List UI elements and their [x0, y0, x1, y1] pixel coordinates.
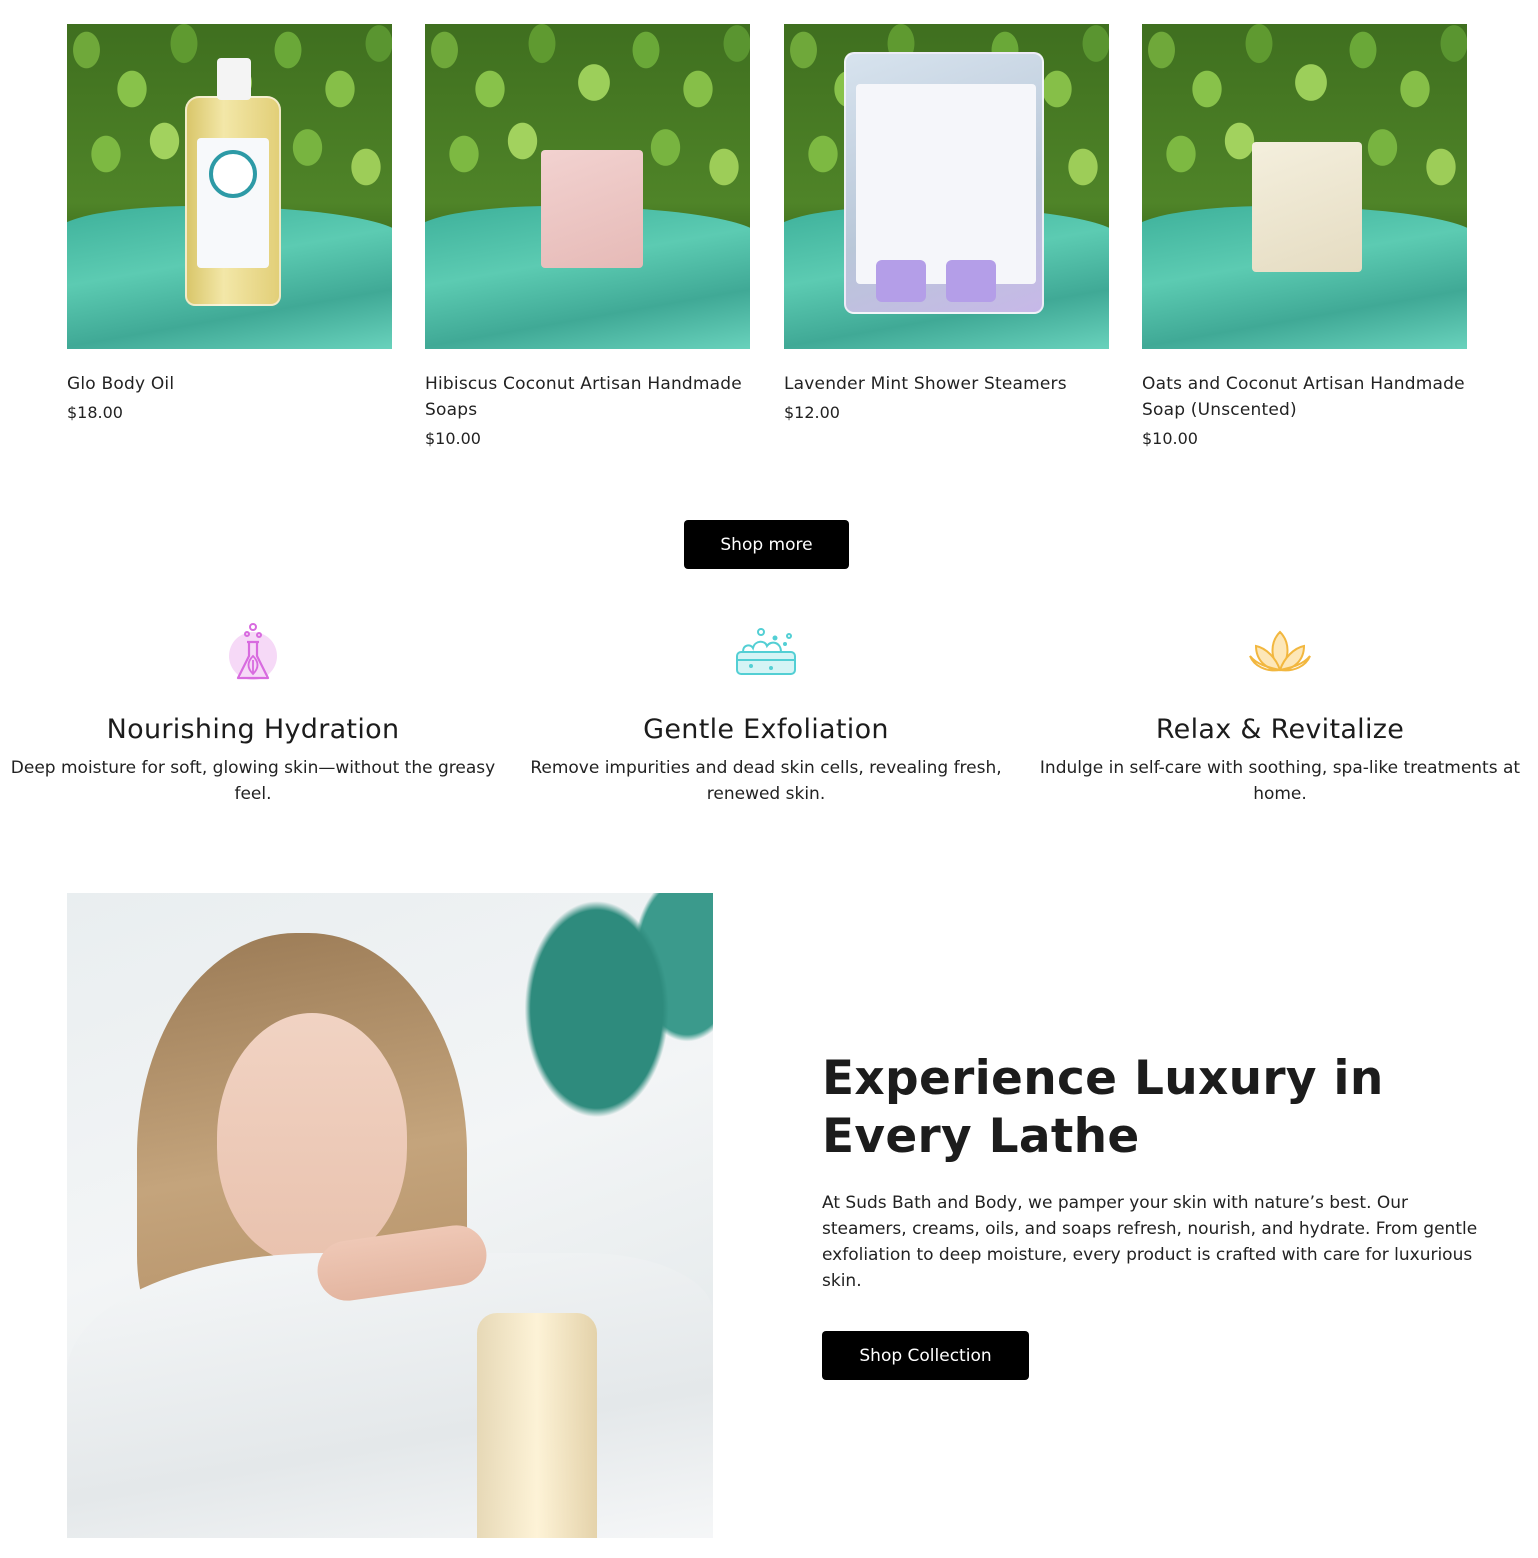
lotion-pump-bottle: [477, 1313, 597, 1538]
feature-text: Deep moisture for soft, glowing skin—wit…: [10, 758, 496, 804]
feature-text: Indulge in self-care with soothing, spa-…: [1039, 758, 1521, 804]
shop-collection-button[interactable]: Shop Collection: [822, 1331, 1029, 1380]
feature-text: Remove impurities and dead skin cells, r…: [530, 758, 1002, 804]
product-title[interactable]: Glo Body Oil: [67, 371, 392, 397]
shop-more-button[interactable]: Shop more: [684, 520, 849, 569]
hero-description: At Suds Bath and Body, we pamper your sk…: [822, 1193, 1478, 1291]
flask-icon: [229, 623, 277, 680]
soap-bar: [1252, 142, 1362, 272]
product-title[interactable]: Hibiscus Coconut Artisan Handmade Soaps: [425, 371, 750, 423]
soap-bar: [541, 150, 643, 268]
product-card[interactable]: Glo Body Oil $18.00: [67, 24, 392, 422]
product-image-hibiscus-soap[interactable]: [425, 24, 750, 349]
brand-logo: [209, 150, 257, 198]
hero-title: Experience Luxury in Every Lathe: [822, 1051, 1384, 1164]
product-price: $10.00: [425, 429, 481, 448]
product-card[interactable]: Oats and Coconut Artisan Handmade Soap (…: [1142, 24, 1467, 448]
product-title[interactable]: Lavender Mint Shower Steamers: [784, 371, 1109, 397]
feature-exfoliation: Gentle Exfoliation Remove impurities and…: [516, 618, 1016, 807]
feature-title: Relax & Revitalize: [1155, 714, 1405, 745]
steamer-bag: [844, 52, 1044, 314]
feature-relax: Relax & Revitalize Indulge in self-care …: [1030, 618, 1530, 807]
product-price: $18.00: [67, 403, 123, 422]
product-image-shower-steamers[interactable]: [784, 24, 1109, 349]
lotus-icon: [1249, 630, 1311, 672]
feature-title: Gentle Exfoliation: [643, 714, 889, 745]
product-card[interactable]: Lavender Mint Shower Steamers $12.00: [784, 24, 1109, 422]
product-image-oats-soap[interactable]: [1142, 24, 1467, 349]
product-title[interactable]: Oats and Coconut Artisan Handmade Soap (…: [1142, 371, 1467, 423]
product-price: $12.00: [784, 403, 840, 422]
feature-title: Nourishing Hydration: [106, 714, 400, 745]
oil-bottle: [185, 58, 281, 306]
product-image-body-oil[interactable]: [67, 24, 392, 349]
soap-foam-icon: [736, 628, 796, 675]
product-price: $10.00: [1142, 429, 1198, 448]
feature-hydration: Nourishing Hydration Deep moisture for s…: [3, 618, 503, 807]
hero-image-woman-applying-lotion: [67, 893, 713, 1538]
product-card[interactable]: Hibiscus Coconut Artisan Handmade Soaps …: [425, 24, 750, 448]
